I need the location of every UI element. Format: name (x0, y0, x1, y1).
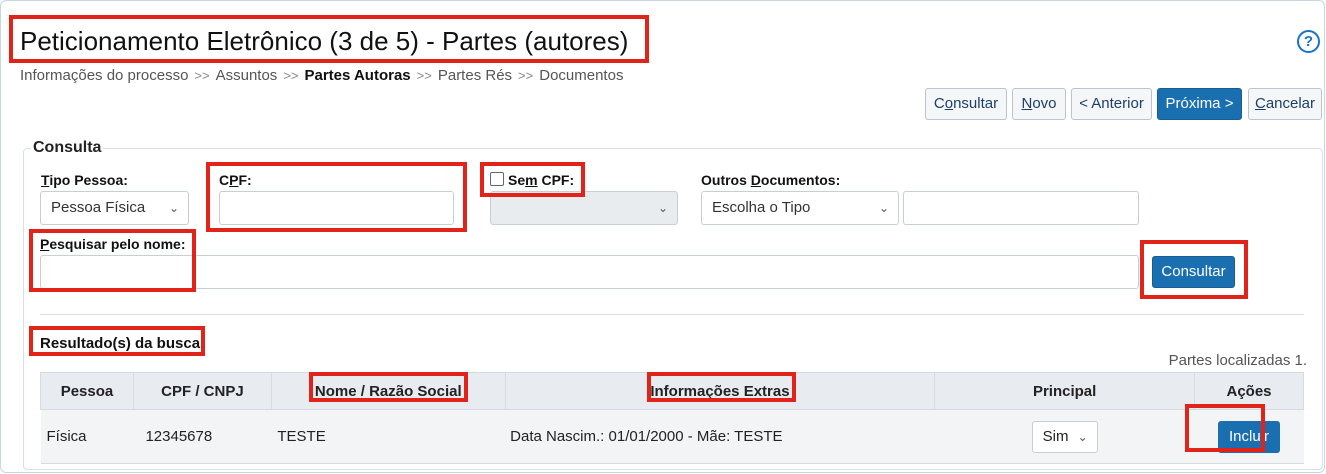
table-header-row: Pessoa CPF / CNPJ Nome / Razão Social In… (40, 372, 1304, 410)
table-row: Física 12345678 TESTE Data Nascim.: 01/0… (40, 409, 1304, 464)
cpf-label: CPF: (219, 172, 252, 188)
breadcrumb-separator: >> (194, 68, 210, 83)
column-header-cpf-cnpj: CPF / CNPJ (132, 372, 272, 410)
page-title: Peticionamento Eletrônico (3 de 5) - Par… (20, 26, 629, 56)
cell-cpf-cnpj: 12345678 (133, 409, 272, 464)
breadcrumb-item: Informações do processo (20, 67, 189, 84)
pesquisar-nome-label: Pesquisar pelo nome: (40, 236, 186, 252)
incluir-button[interactable]: Incluir (1218, 420, 1280, 453)
cell-informacoes-extras: Data Nascim.: 01/01/2000 - Mãe: TESTE (505, 409, 935, 464)
cell-principal: Sim ⌄ (934, 409, 1195, 464)
breadcrumb: Informações do processo >> Assuntos >> Parte… (20, 67, 623, 84)
column-header-nome: Nome / Razão Social (270, 372, 506, 410)
help-icon[interactable]: ? (1297, 30, 1320, 53)
anterior-button[interactable]: < Anterior (1071, 88, 1152, 120)
breadcrumb-separator: >> (518, 68, 534, 83)
results-table: Pessoa CPF / CNPJ Nome / Razão Social In… (40, 372, 1304, 464)
results-count: Partes localizadas 1. (1168, 352, 1307, 369)
column-header-acoes: Ações (1194, 372, 1304, 410)
principal-select[interactable]: Sim ⌄ (1031, 420, 1098, 453)
divider (40, 314, 1304, 315)
chevron-down-icon: ⌄ (878, 201, 889, 215)
cancelar-button[interactable]: Cancelar (1248, 88, 1322, 120)
breadcrumb-item: Assuntos (215, 67, 278, 84)
pesquisar-nome-input[interactable] (40, 255, 1139, 289)
chevron-down-icon: ⌄ (657, 201, 668, 215)
consultar-button[interactable]: Consultar (1152, 256, 1235, 288)
column-header-informacoes-extras: Informações Extras (504, 372, 936, 410)
chevron-down-icon: ⌄ (168, 201, 179, 215)
sem-cpf-select: ⌄ (490, 191, 678, 225)
tipo-pessoa-select[interactable]: Pessoa Física ⌄ (40, 191, 189, 225)
results-title: Resultado(s) da busca: (40, 335, 206, 352)
column-header-pessoa: Pessoa (40, 372, 134, 410)
tipo-pessoa-label: Tipo Pessoa: (41, 172, 128, 188)
outros-documentos-label: Outros Documentos: (701, 172, 841, 188)
consultar-toolbar-button[interactable]: Consultar (925, 88, 1007, 120)
breadcrumb-separator: >> (416, 68, 432, 83)
cell-acoes: Incluir (1194, 409, 1304, 464)
column-header-principal: Principal (934, 372, 1196, 410)
breadcrumb-item: Partes Rés (437, 67, 513, 84)
outros-documentos-input[interactable] (903, 191, 1139, 225)
breadcrumb-separator: >> (283, 68, 299, 83)
breadcrumb-item: Documentos (539, 67, 624, 84)
cell-nome: TESTE (271, 409, 506, 464)
sem-cpf-label[interactable]: Sem CPF: (490, 172, 574, 188)
chevron-down-icon: ⌄ (1077, 429, 1088, 444)
novo-button[interactable]: Novo (1012, 88, 1066, 120)
cell-pessoa: Física (40, 409, 134, 464)
outros-documentos-select[interactable]: Escolha o Tipo ⌄ (701, 191, 899, 225)
consulta-legend: Consulta (31, 139, 104, 157)
proxima-button[interactable]: Próxima > (1157, 88, 1242, 120)
cpf-input[interactable] (219, 191, 454, 225)
sem-cpf-checkbox[interactable] (490, 172, 504, 186)
breadcrumb-current: Partes Autoras (304, 67, 411, 84)
